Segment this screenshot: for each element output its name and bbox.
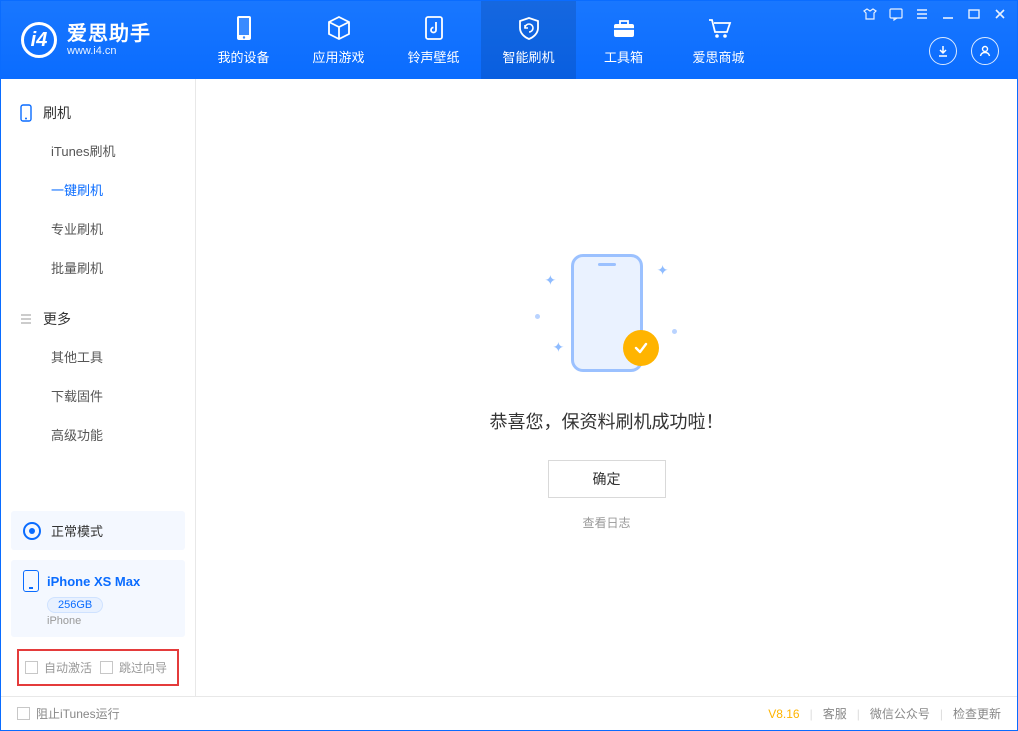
toolbox-icon	[611, 15, 637, 41]
checkbox-skip-guide[interactable]: 跳过向导	[100, 659, 167, 676]
list-icon	[19, 312, 33, 326]
sparkle-icon: ✦	[657, 262, 669, 279]
device-type: iPhone	[47, 615, 173, 627]
sidebar-item-oneclick-flash[interactable]: 一键刷机	[1, 170, 195, 209]
menu-icon[interactable]	[915, 7, 929, 21]
close-button[interactable]	[993, 7, 1007, 21]
sidebar: 刷机 iTunes刷机 一键刷机 专业刷机 批量刷机 更多 其他工具 下载固件 …	[1, 79, 196, 696]
nav-tabs: 我的设备 应用游戏 铃声壁纸 智能刷机	[196, 1, 766, 79]
device-storage-badge: 256GB	[47, 597, 103, 613]
footer-wechat-link[interactable]: 微信公众号	[870, 705, 930, 722]
view-log-link[interactable]: 查看日志	[582, 514, 630, 531]
titlebar-right-circles	[929, 37, 999, 65]
tab-label: 工具箱	[604, 47, 643, 66]
shirt-icon[interactable]	[863, 7, 877, 21]
shield-refresh-icon	[516, 15, 542, 41]
logo-block[interactable]: i4 爱思助手 www.i4.cn	[1, 22, 196, 58]
sidebar-scroll: 刷机 iTunes刷机 一键刷机 专业刷机 批量刷机 更多 其他工具 下载固件 …	[1, 79, 195, 511]
checkbox-icon	[17, 707, 30, 720]
sidebar-item-itunes-flash[interactable]: iTunes刷机	[1, 131, 195, 170]
sidebar-item-batch-flash[interactable]: 批量刷机	[1, 248, 195, 287]
window-top-controls	[863, 7, 1007, 21]
user-icon[interactable]	[971, 37, 999, 65]
checkbox-icon	[25, 661, 38, 674]
sidebar-item-pro-flash[interactable]: 专业刷机	[1, 209, 195, 248]
minimize-button[interactable]	[941, 7, 955, 21]
success-illustration: ✦ ✦ ✦	[527, 244, 687, 384]
checkbox-label: 阻止iTunes运行	[36, 705, 120, 722]
footer-update-link[interactable]: 检查更新	[953, 705, 1001, 722]
app-title: 爱思助手	[67, 23, 151, 45]
group-title: 刷机	[43, 103, 71, 123]
group-title: 更多	[43, 309, 71, 329]
tab-apps[interactable]: 应用游戏	[291, 1, 386, 79]
options-highlight-box: 自动激活 跳过向导	[17, 649, 179, 686]
success-text: 恭喜您，保资料刷机成功啦！	[490, 408, 724, 434]
sidebar-bottom: 正常模式 iPhone XS Max 256GB iPhone 自动激活	[1, 511, 195, 696]
sidebar-item-other-tools[interactable]: 其他工具	[1, 337, 195, 376]
tab-store[interactable]: 爱思商城	[671, 1, 766, 79]
footer-right: V8.16 | 客服 | 微信公众号 | 检查更新	[768, 705, 1001, 722]
sparkle-icon: ✦	[553, 339, 565, 356]
checkbox-icon	[100, 661, 113, 674]
tab-label: 应用游戏	[312, 47, 364, 66]
device-phone-icon	[23, 570, 39, 592]
tab-ringtones[interactable]: 铃声壁纸	[386, 1, 481, 79]
tab-label: 爱思商城	[692, 47, 744, 66]
tab-flash[interactable]: 智能刷机	[481, 1, 576, 79]
app-window: i4 爱思助手 www.i4.cn 我的设备 应用游戏	[0, 0, 1018, 731]
titlebar: i4 爱思助手 www.i4.cn 我的设备 应用游戏	[1, 1, 1017, 79]
app-subtitle: www.i4.cn	[67, 45, 151, 57]
checkbox-label: 自动激活	[44, 659, 92, 676]
tab-toolbox[interactable]: 工具箱	[576, 1, 671, 79]
maximize-button[interactable]	[967, 7, 981, 21]
mode-icon	[23, 522, 41, 540]
main-panel: ✦ ✦ ✦ 恭喜您，保资料刷机成功啦！ 确定 查看日志	[196, 79, 1017, 696]
sidebar-group-more[interactable]: 更多	[1, 301, 195, 337]
checkbox-auto-activate[interactable]: 自动激活	[25, 659, 92, 676]
check-badge-icon	[623, 330, 659, 366]
footer-support-link[interactable]: 客服	[823, 705, 847, 722]
phone-icon	[231, 15, 257, 41]
music-icon	[421, 15, 447, 41]
sparkle-icon: ✦	[545, 272, 557, 289]
sidebar-item-download-fw[interactable]: 下载固件	[1, 376, 195, 415]
dot-icon	[535, 314, 540, 319]
mode-card[interactable]: 正常模式	[11, 511, 185, 550]
mode-label: 正常模式	[51, 521, 103, 540]
tab-label: 智能刷机	[502, 47, 554, 66]
tab-label: 铃声壁纸	[407, 47, 459, 66]
feedback-icon[interactable]	[889, 7, 903, 21]
sidebar-group-flash[interactable]: 刷机	[1, 95, 195, 131]
logo-icon: i4	[21, 22, 57, 58]
download-icon[interactable]	[929, 37, 957, 65]
dot-icon	[672, 329, 677, 334]
cart-icon	[706, 15, 732, 41]
device-name: iPhone XS Max	[47, 574, 140, 589]
device-card[interactable]: iPhone XS Max 256GB iPhone	[11, 560, 185, 637]
cube-icon	[326, 15, 352, 41]
checkbox-block-itunes[interactable]: 阻止iTunes运行	[17, 705, 120, 722]
checkbox-label: 跳过向导	[119, 659, 167, 676]
version-label: V8.16	[768, 707, 799, 721]
app-body: 刷机 iTunes刷机 一键刷机 专业刷机 批量刷机 更多 其他工具 下载固件 …	[1, 79, 1017, 696]
phone-outline-icon	[19, 104, 33, 122]
tab-my-device[interactable]: 我的设备	[196, 1, 291, 79]
ok-button[interactable]: 确定	[548, 460, 666, 498]
tab-label: 我的设备	[217, 47, 269, 66]
footer: 阻止iTunes运行 V8.16 | 客服 | 微信公众号 | 检查更新	[1, 696, 1017, 730]
sidebar-item-advanced[interactable]: 高级功能	[1, 415, 195, 454]
